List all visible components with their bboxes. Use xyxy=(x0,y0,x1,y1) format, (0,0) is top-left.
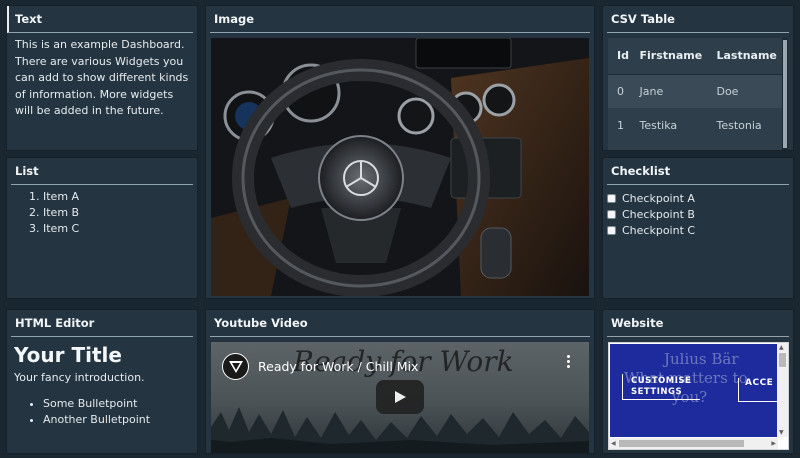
html-editor-widget-title: HTML Editor xyxy=(11,310,193,337)
youtube-widget-title: Youtube Video xyxy=(210,310,590,337)
website-widget-title: Website xyxy=(607,310,789,337)
list-item: Item A xyxy=(43,189,197,205)
editor-intro: Your fancy introduction. xyxy=(14,371,145,384)
bullet-list: Some Bulletpoint Another Bulletpoint xyxy=(7,396,197,428)
website-brand-text: Julius Bär xyxy=(664,350,739,368)
table-header-row: Id Firstname Lastname xyxy=(608,38,782,75)
website-vertical-scrollbar[interactable]: ▲ ▼ xyxy=(777,343,788,437)
checklist-widget-title: Checklist xyxy=(607,158,789,185)
car-interior-illustration xyxy=(211,38,589,296)
column-header-firstname: Firstname xyxy=(630,38,708,75)
list-item: Item C xyxy=(43,221,197,237)
scroll-down-icon[interactable]: ▼ xyxy=(779,429,784,436)
csv-scrollbar[interactable] xyxy=(782,38,788,150)
csv-widget-title: CSV Table xyxy=(607,6,789,33)
website-horizontal-scrollbar[interactable]: ◀ ▶ xyxy=(609,438,778,449)
youtube-widget: Youtube Video Ready for Work Ready for W… xyxy=(205,309,595,454)
website-content[interactable]: Julius Bär What matters to you? CUSTOMIS… xyxy=(610,344,778,437)
video-title[interactable]: Ready for Work / Chill Mix xyxy=(258,359,418,374)
checklist-widget: Checklist Checkpoint A Checkpoint B Chec… xyxy=(602,157,794,299)
play-icon xyxy=(395,391,406,403)
text-widget-title: Text xyxy=(7,6,193,33)
play-button[interactable] xyxy=(376,380,424,414)
checklist-items: Checkpoint A Checkpoint B Checkpoint C xyxy=(603,190,793,238)
csv-table-container[interactable]: Id Firstname Lastname 0 Jane Doe 1 Testi… xyxy=(608,38,788,150)
table-cell: Jane xyxy=(630,74,708,108)
list-widget: List Item A Item B Item C xyxy=(6,157,198,299)
youtube-embed[interactable]: Ready for Work Ready for Work / Chill Mi… xyxy=(211,342,589,453)
csv-scrollbar-thumb[interactable] xyxy=(783,40,787,148)
accept-button[interactable]: ACCE xyxy=(738,378,778,402)
html-editor-widget: HTML Editor Your Title Your fancy introd… xyxy=(6,309,198,454)
checklist-item-label: Checkpoint B xyxy=(622,207,695,221)
more-options-icon[interactable] xyxy=(567,355,571,370)
list-item: Another Bulletpoint xyxy=(43,412,197,428)
car-interior-image xyxy=(211,38,589,296)
checkbox[interactable] xyxy=(607,225,616,235)
list-item: Item B xyxy=(43,205,197,221)
table-cell: 0 xyxy=(608,74,631,108)
scroll-right-icon[interactable]: ▶ xyxy=(771,440,776,447)
ordered-list: Item A Item B Item C xyxy=(7,189,197,237)
website-horizontal-scrollbar-thumb[interactable] xyxy=(619,440,744,447)
scroll-up-icon[interactable]: ▲ xyxy=(779,344,784,351)
csv-table: Id Firstname Lastname 0 Jane Doe 1 Testi… xyxy=(608,38,782,142)
website-vertical-scrollbar-thumb[interactable] xyxy=(779,353,786,367)
channel-logo-icon[interactable] xyxy=(222,353,249,380)
csv-table-widget: CSV Table Id Firstname Lastname 0 Jane D… xyxy=(602,5,794,151)
website-iframe[interactable]: Julius Bär What matters to you? CUSTOMIS… xyxy=(608,342,789,450)
editor-heading: Your Title xyxy=(14,343,122,367)
list-item: Some Bulletpoint xyxy=(43,396,197,412)
text-widget: Text This is an example Dashboard. There… xyxy=(6,5,198,151)
column-header-id: Id xyxy=(608,38,631,75)
checkbox[interactable] xyxy=(607,193,616,203)
checklist-item-label: Checkpoint A xyxy=(622,191,695,205)
column-header-lastname: Lastname xyxy=(707,38,782,75)
table-cell: Doe xyxy=(707,74,782,108)
table-row: 0 Jane Doe xyxy=(608,74,782,108)
checkbox[interactable] xyxy=(607,209,616,219)
table-cell: 1 xyxy=(617,118,624,132)
text-widget-body: This is an example Dashboard. There are … xyxy=(15,38,189,117)
website-widget: Website Julius Bär What matters to you? … xyxy=(602,309,794,454)
table-row: 1 Testika Testonia xyxy=(608,108,782,142)
checklist-item[interactable]: Checkpoint C xyxy=(603,222,793,238)
image-widget: Image xyxy=(205,5,595,299)
checklist-item[interactable]: Checkpoint B xyxy=(603,206,793,222)
image-widget-title: Image xyxy=(210,6,590,33)
table-cell: Testika xyxy=(639,118,678,132)
checklist-item[interactable]: Checkpoint A xyxy=(603,190,793,206)
checklist-item-label: Checkpoint C xyxy=(622,223,696,237)
table-cell: Testonia xyxy=(716,118,762,132)
scroll-left-icon[interactable]: ◀ xyxy=(611,440,616,447)
list-widget-title: List xyxy=(11,158,193,185)
customise-settings-button[interactable]: CUSTOMISE SETTINGS xyxy=(622,374,700,400)
